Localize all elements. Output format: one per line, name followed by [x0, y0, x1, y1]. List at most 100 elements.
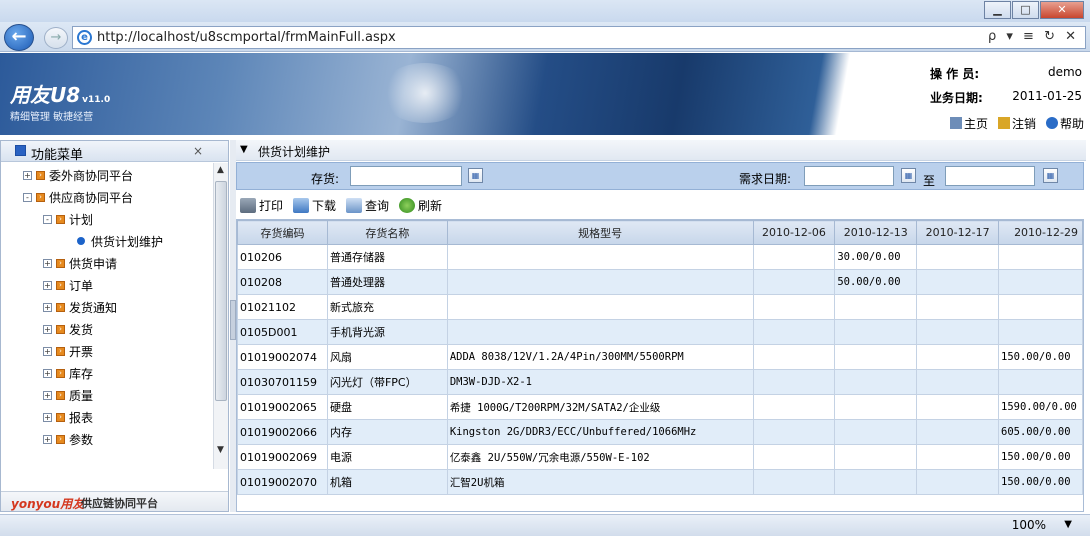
table-cell[interactable] — [998, 319, 1083, 345]
table-row[interactable]: 01019002074 风扇 ADDA 8038/12V/1.2A/4Pin/300… — [237, 344, 1083, 370]
table-cell[interactable]: 内存 — [326, 419, 448, 445]
table-cell[interactable]: 50.00/0.00 — [834, 269, 918, 295]
table-cell[interactable]: 30.00/0.00 — [834, 244, 918, 270]
table-cell[interactable] — [752, 344, 836, 370]
table-cell[interactable] — [998, 294, 1083, 320]
table-cell[interactable]: 硬盘 — [326, 394, 448, 420]
inventory-input[interactable] — [350, 166, 462, 186]
menu-scrollbar[interactable]: ▲ ▼ — [213, 163, 228, 469]
tree-item-report[interactable]: + › 报表 — [43, 407, 93, 427]
table-row[interactable]: 01019002069 电源 亿泰鑫 2U/550W/冗余电源/550W-E-102… — [237, 444, 1083, 470]
column-header[interactable]: 2010-12-06 — [752, 220, 836, 245]
tree-item-stock[interactable]: + › 库存 — [43, 363, 93, 383]
tree-item-apply[interactable]: + › 供货申请 — [43, 253, 117, 273]
table-cell[interactable]: 汇智2U机箱 — [446, 469, 754, 495]
tree-item-plan[interactable]: - › 计划 — [43, 209, 93, 229]
table-cell[interactable] — [752, 469, 836, 495]
scroll-up-icon[interactable]: ▲ — [217, 165, 224, 175]
column-header[interactable]: 2010-12-17 — [916, 220, 999, 245]
table-row[interactable]: 010208 普通处理器 50.00/0.00 — [237, 269, 1083, 295]
tree-item-params[interactable]: + › 参数 — [43, 429, 93, 449]
back-button[interactable]: ← — [4, 24, 34, 51]
print-button[interactable]: 打印 — [240, 197, 283, 214]
zoom-dropdown-icon[interactable]: ▼ — [1064, 519, 1072, 530]
table-cell[interactable]: 机箱 — [326, 469, 448, 495]
refresh-button[interactable]: 刷新 — [399, 197, 442, 214]
calendar-icon[interactable]: ▦ — [901, 168, 916, 183]
zoom-level[interactable]: 100% — [1012, 518, 1046, 532]
table-cell[interactable]: 010206 — [237, 244, 328, 270]
date-from-input[interactable] — [804, 166, 894, 186]
table-cell[interactable] — [834, 469, 918, 495]
query-button[interactable]: 查询 — [346, 197, 389, 214]
table-cell[interactable] — [752, 419, 836, 445]
table-cell[interactable] — [446, 244, 754, 270]
tree-item-invoice[interactable]: + › 开票 — [43, 341, 93, 361]
table-cell[interactable]: 01030701159 — [237, 369, 328, 395]
table-cell[interactable]: 风扇 — [326, 344, 448, 370]
table-cell[interactable]: 手机背光源 — [326, 319, 448, 345]
calendar-icon[interactable]: ▦ — [1043, 168, 1058, 183]
table-cell[interactable] — [916, 344, 999, 370]
table-cell[interactable] — [752, 369, 836, 395]
column-header[interactable]: 存货编码 — [237, 220, 328, 245]
table-cell[interactable] — [998, 244, 1083, 270]
table-row[interactable]: 01030701159 闪光灯（带FPC） DM3W-DJD-X2-1 — [237, 369, 1083, 395]
table-cell[interactable]: 1590.00/0.00 — [998, 394, 1083, 420]
table-cell[interactable] — [916, 419, 999, 445]
table-cell[interactable]: 150.00/0.00 — [998, 344, 1083, 370]
table-row[interactable]: 01019002065 硬盘 希捷 1000G/T200RPM/32M/SATA2/… — [237, 394, 1083, 420]
table-cell[interactable] — [916, 369, 999, 395]
table-cell[interactable] — [834, 444, 918, 470]
minimize-button[interactable]: ▁ — [984, 1, 1011, 19]
table-cell[interactable]: 希捷 1000G/T200RPM/32M/SATA2/企业级 — [446, 394, 754, 420]
date-to-input[interactable] — [945, 166, 1035, 186]
table-cell[interactable] — [446, 269, 754, 295]
tree-item-outsource[interactable]: + › 委外商协同平台 — [23, 165, 133, 185]
table-row[interactable]: 01019002070 机箱 汇智2U机箱 150.00/0.00 — [237, 469, 1083, 495]
table-cell[interactable]: 亿泰鑫 2U/550W/冗余电源/550W-E-102 — [446, 444, 754, 470]
expand-icon[interactable]: + — [23, 170, 32, 180]
table-cell[interactable] — [916, 469, 999, 495]
column-header[interactable]: 存货名称 — [326, 220, 448, 245]
collapse-icon[interactable]: - — [23, 192, 32, 202]
table-row[interactable]: 01019002066 内存 Kingston 2G/DDR3/ECC/Unbuff… — [237, 419, 1083, 445]
table-cell[interactable] — [916, 444, 999, 470]
table-cell[interactable] — [752, 444, 836, 470]
tree-item-quality[interactable]: + › 质量 — [43, 385, 93, 405]
table-row[interactable]: 0105D001 手机背光源 — [237, 319, 1083, 345]
close-window-button[interactable]: ✕ — [1040, 1, 1084, 19]
table-cell[interactable]: 01019002066 — [237, 419, 328, 445]
tree-item-supplier[interactable]: - › 供应商协同平台 — [23, 187, 133, 207]
expand-icon[interactable]: + — [43, 434, 52, 444]
table-cell[interactable] — [834, 369, 918, 395]
table-cell[interactable]: 01019002070 — [237, 469, 328, 495]
table-cell[interactable] — [752, 269, 836, 295]
table-cell[interactable] — [916, 244, 999, 270]
address-bar[interactable]: e http://localhost/u8scmportal/frmMainFu… — [72, 26, 1086, 49]
close-icon[interactable]: × — [193, 144, 203, 158]
table-cell[interactable] — [834, 419, 918, 445]
forward-button[interactable]: → — [44, 27, 68, 49]
maximize-button[interactable]: □ — [1012, 1, 1039, 19]
table-cell[interactable]: 01021102 — [237, 294, 328, 320]
table-cell[interactable]: 605.00/0.00 — [998, 419, 1083, 445]
tree-item-ship[interactable]: + › 发货 — [43, 319, 93, 339]
table-row[interactable]: 01021102 新式旅充 — [237, 294, 1083, 320]
table-cell[interactable]: 01019002069 — [237, 444, 328, 470]
inventory-lookup-icon[interactable]: ▦ — [468, 168, 483, 183]
expand-icon[interactable]: + — [43, 368, 52, 378]
expand-icon[interactable]: + — [43, 412, 52, 422]
column-header[interactable]: 规格型号 — [446, 220, 754, 245]
table-cell[interactable]: 新式旅充 — [326, 294, 448, 320]
table-cell[interactable]: 150.00/0.00 — [998, 444, 1083, 470]
expand-icon[interactable]: + — [43, 324, 52, 334]
collapse-icon[interactable]: - — [43, 214, 52, 224]
tree-item-order[interactable]: + › 订单 — [43, 275, 93, 295]
home-link[interactable]: 主页 — [949, 115, 988, 132]
table-cell[interactable]: 010208 — [237, 269, 328, 295]
table-cell[interactable] — [834, 394, 918, 420]
scroll-thumb[interactable] — [215, 181, 227, 401]
table-cell[interactable]: 普通处理器 — [326, 269, 448, 295]
scroll-down-icon[interactable]: ▼ — [217, 445, 224, 455]
